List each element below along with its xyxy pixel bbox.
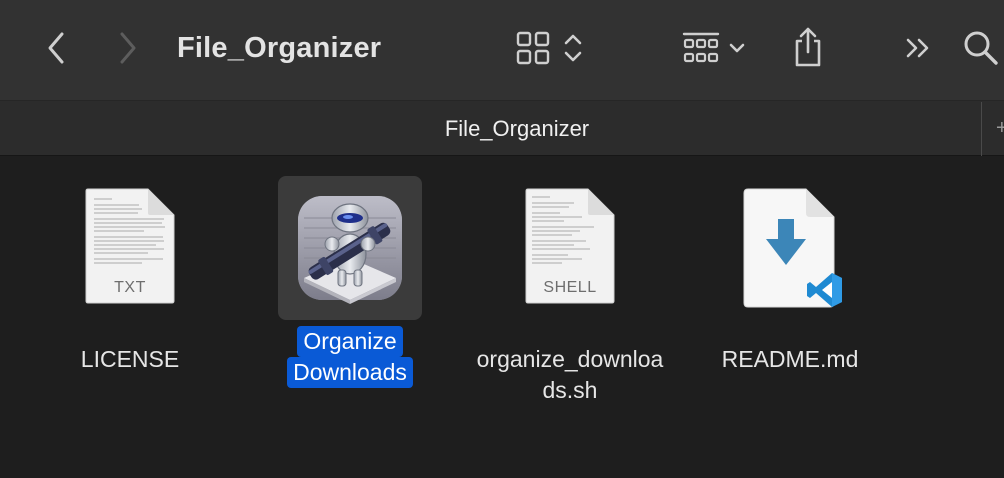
group-by-icon [682,32,720,63]
tab-bar: File_Organizer + [0,100,1004,156]
file-name: LICENSE [80,346,180,372]
back-button[interactable] [40,28,72,68]
file-kind-badge: SHELL [543,279,597,296]
file-name: README.md [721,346,859,372]
file-name-selected: Organize Downloads [270,326,430,388]
file-item-organize-downloads-sh[interactable]: SHELL organize_downloa ds.sh [460,177,680,407]
file-name: organize_downloa ds.sh [476,346,664,403]
chevron-right-icon [120,32,136,64]
share-button[interactable] [788,24,828,70]
more-button[interactable] [900,28,936,68]
window-title: File_Organizer [177,32,382,64]
new-tab-button[interactable]: + [981,102,1004,156]
search-icon [964,31,998,65]
automator-robot-icon [298,196,402,304]
file-item-readme[interactable]: README.md [710,177,870,397]
text-document-icon: TXT [84,187,176,305]
vscode-markdown-icon [743,188,842,308]
tab-file-organizer[interactable]: File_Organizer [0,101,1004,157]
search-button[interactable] [958,26,1004,70]
file-grid: TXT LICENSE Organize Downloads SHELL org… [0,157,1004,478]
forward-button[interactable] [112,28,144,68]
shell-script-icon: SHELL [524,187,616,305]
share-icon [795,27,821,67]
file-item-license[interactable]: TXT LICENSE [60,177,200,397]
toolbar: File_Organizer [0,0,1004,100]
group-by-button[interactable] [676,28,752,68]
file-kind-badge: TXT [114,279,146,296]
chevron-down-icon [729,43,745,53]
more-icon [906,38,929,58]
view-mode-button[interactable] [512,28,588,68]
file-item-organize-downloads[interactable]: Organize Downloads [270,175,430,395]
chevron-left-icon [48,32,64,64]
updown-chevron-icon [564,34,582,62]
grid-view-icon [516,31,550,65]
